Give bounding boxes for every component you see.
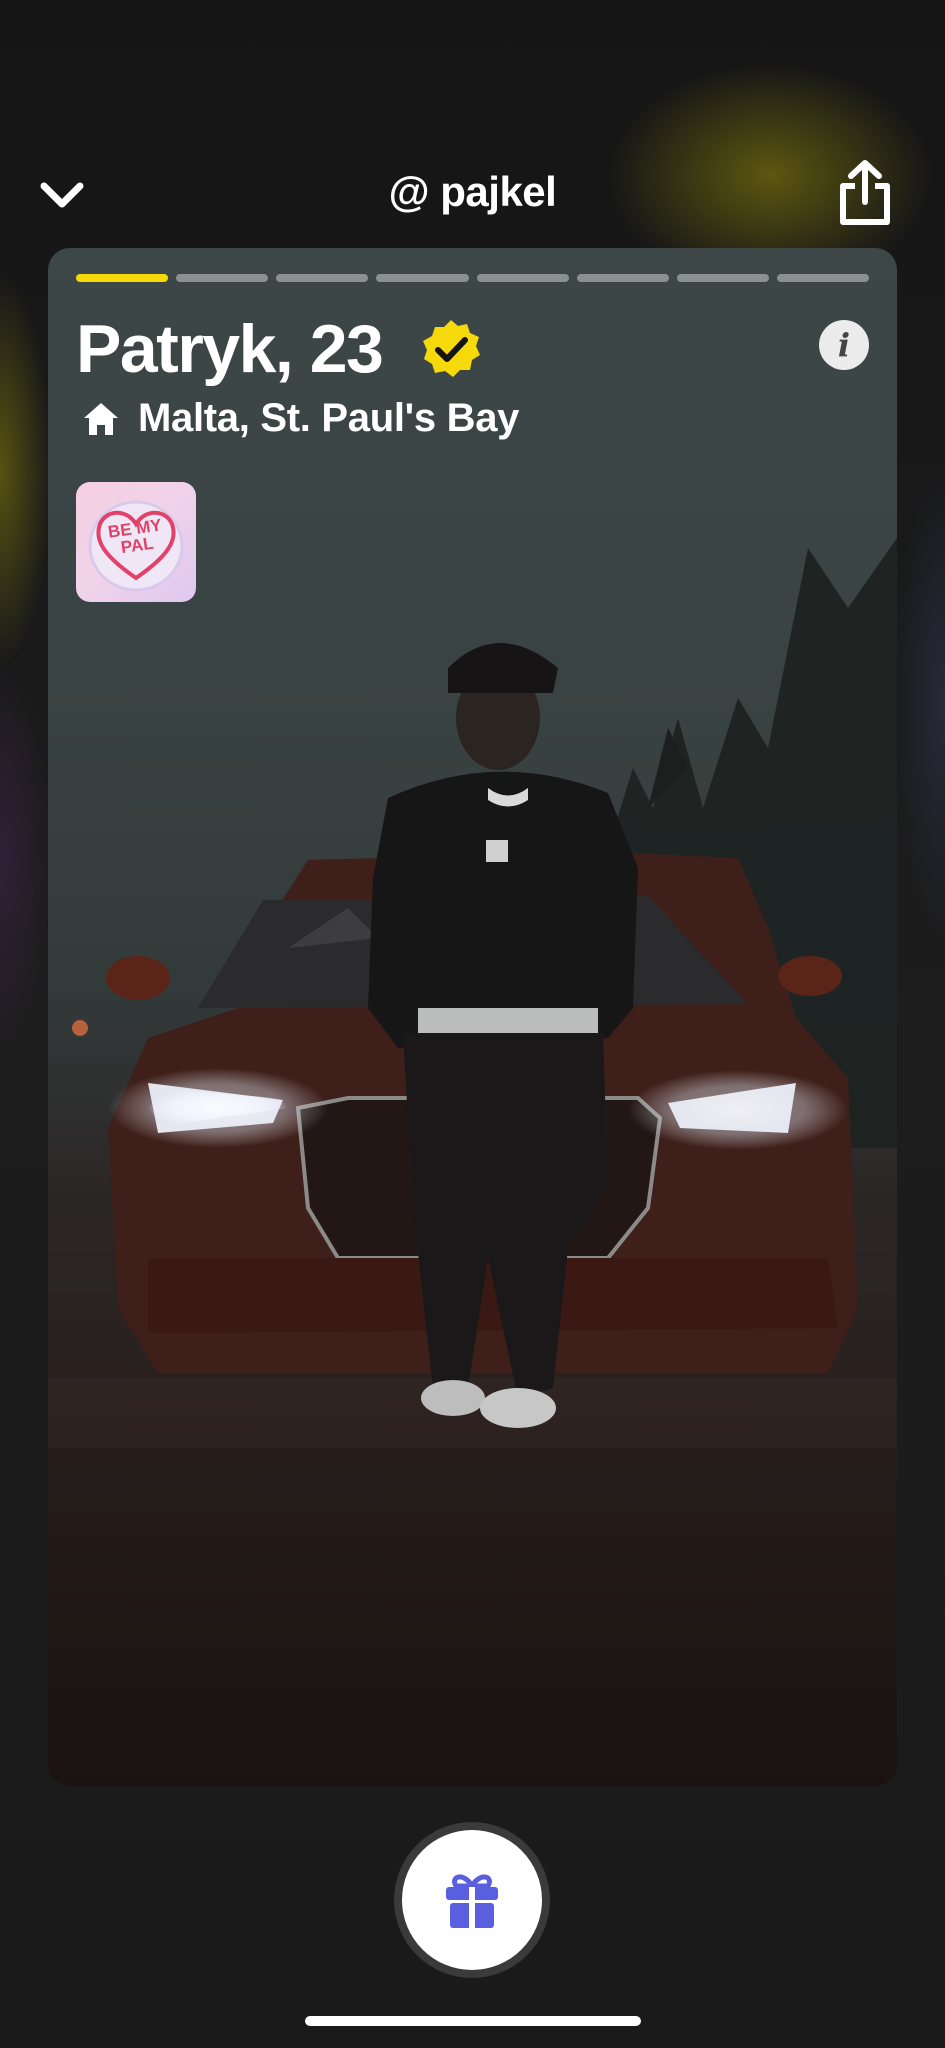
story-progress xyxy=(76,274,869,282)
be-my-pal-badge[interactable]: BE MY PAL xyxy=(76,482,196,602)
story-progress-segment xyxy=(276,274,369,282)
info-icon[interactable]: i xyxy=(819,320,869,370)
share-icon[interactable] xyxy=(837,160,893,226)
home-icon xyxy=(82,400,120,438)
story-progress-segment xyxy=(776,274,869,282)
story-progress-segment xyxy=(176,274,269,282)
profile-story-screen: @ pajkel Patryk, 23 i Malta, St. Paul's … xyxy=(0,0,945,2048)
home-indicator[interactable] xyxy=(305,2016,641,2026)
story-progress-segment xyxy=(676,274,769,282)
name-row: Patryk, 23 xyxy=(76,310,482,388)
story-progress-segment xyxy=(376,274,469,282)
username-title: @ pajkel xyxy=(388,168,557,215)
profile-name-age: Patryk, 23 xyxy=(76,311,384,387)
story-progress-segment xyxy=(576,274,669,282)
top-bar: @ pajkel xyxy=(0,150,945,240)
story-progress-segment xyxy=(76,274,169,282)
verified-badge-icon xyxy=(420,318,482,380)
gift-icon xyxy=(446,1874,498,1928)
gift-button-face[interactable] xyxy=(402,1830,542,1970)
gift-button[interactable] xyxy=(394,1822,550,1978)
profile-location: Malta, St. Paul's Bay xyxy=(138,396,520,440)
location-row: Malta, St. Paul's Bay xyxy=(82,396,519,441)
profile-photo xyxy=(48,538,897,1786)
profile-card[interactable]: Patryk, 23 i Malta, St. Paul's Bay BE MY… xyxy=(48,248,897,1786)
story-progress-segment xyxy=(476,274,569,282)
